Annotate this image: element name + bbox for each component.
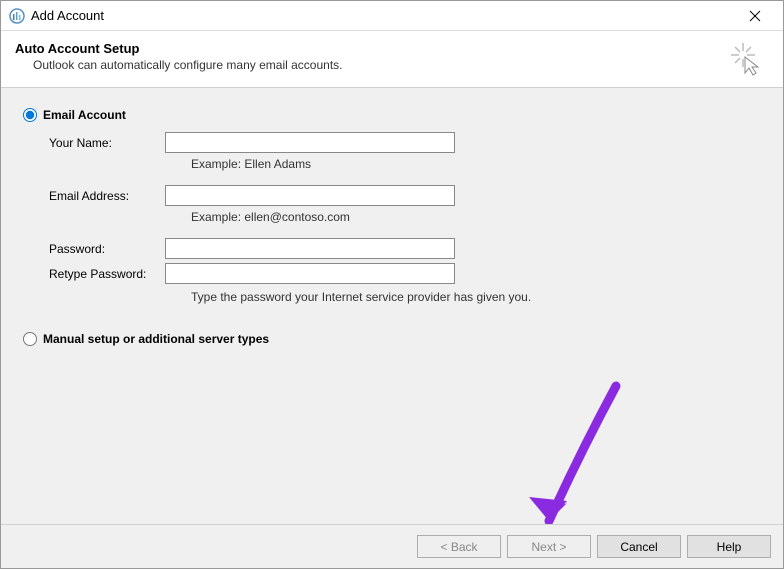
password-label: Password: — [49, 242, 165, 256]
password-hint: Type the password your Internet service … — [191, 290, 761, 304]
radio-manual-setup[interactable]: Manual setup or additional server types — [23, 332, 761, 346]
radio-email-account[interactable]: Email Account — [23, 108, 761, 122]
cursor-star-icon — [729, 41, 765, 77]
titlebar: Add Account — [1, 1, 783, 31]
radio-email-account-input[interactable] — [23, 108, 37, 122]
email-input[interactable] — [165, 185, 455, 206]
retype-label: Retype Password: — [49, 267, 165, 281]
window-title: Add Account — [31, 8, 735, 23]
wizard-header: Auto Account Setup Outlook can automatic… — [1, 31, 783, 88]
retype-input[interactable] — [165, 263, 455, 284]
close-button[interactable] — [735, 2, 775, 30]
next-button: Next > — [507, 535, 591, 558]
password-input[interactable] — [165, 238, 455, 259]
email-hint: Example: ellen@contoso.com — [191, 210, 761, 224]
name-hint: Example: Ellen Adams — [191, 157, 761, 171]
radio-email-account-label: Email Account — [43, 108, 126, 122]
form-grid: Your Name: Example: Ellen Adams Email Ad… — [49, 132, 761, 304]
radio-manual-setup-input[interactable] — [23, 332, 37, 346]
name-input[interactable] — [165, 132, 455, 153]
wizard-content: Email Account Your Name: Example: Ellen … — [1, 88, 783, 538]
radio-manual-setup-label: Manual setup or additional server types — [43, 332, 269, 346]
header-subtitle: Outlook can automatically configure many… — [33, 58, 729, 72]
help-button[interactable]: Help — [687, 535, 771, 558]
email-label: Email Address: — [49, 189, 165, 203]
button-bar: < Back Next > Cancel Help — [1, 524, 783, 568]
name-label: Your Name: — [49, 136, 165, 150]
cancel-button[interactable]: Cancel — [597, 535, 681, 558]
back-button: < Back — [417, 535, 501, 558]
app-icon — [9, 8, 25, 24]
header-title: Auto Account Setup — [15, 41, 729, 56]
